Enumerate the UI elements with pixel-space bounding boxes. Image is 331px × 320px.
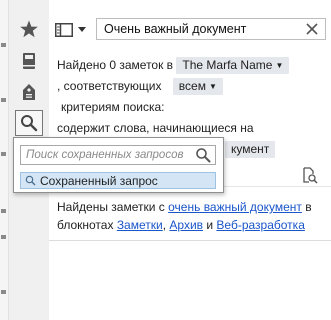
found-message: Найдены заметки с очень важный документ …	[57, 198, 329, 234]
sidebar-item-tags[interactable]	[15, 79, 43, 105]
search-toolbar: Очень важный документ	[49, 12, 331, 48]
sidebar-item-notebooks[interactable]	[15, 48, 43, 74]
notebook-link-notes[interactable]: Заметки	[117, 218, 163, 232]
notebook-link-webdev[interactable]: Веб-разработка	[216, 218, 304, 232]
found-message-prefix: Найдены заметки с	[57, 200, 165, 214]
chevron-down-icon: ▼	[208, 82, 217, 91]
edge-marker	[1, 235, 6, 239]
star-icon	[20, 20, 38, 38]
comma: ,	[162, 218, 167, 232]
notebook-icon	[23, 53, 35, 69]
edge-marker	[1, 209, 6, 213]
found-count-text: Найдено 0 заметок в	[57, 58, 174, 72]
close-icon[interactable]	[305, 22, 319, 36]
divider	[49, 240, 331, 241]
match-select-value: всем	[178, 79, 206, 93]
edge-marker	[1, 152, 6, 156]
condition-value[interactable]: кумент	[225, 141, 276, 158]
criteria-suffix-text: критериям поиска:	[61, 100, 165, 114]
chevron-down-icon: ▼	[275, 61, 284, 70]
sidebar-item-saved-searches[interactable]	[15, 110, 43, 136]
edge-marker	[1, 290, 6, 294]
chevron-down-icon	[78, 27, 86, 32]
condition-text: содержит слова, начинающиеся на	[57, 121, 254, 135]
notebook-link-archive[interactable]: Архив	[169, 218, 203, 232]
view-toggle-button[interactable]	[55, 21, 91, 39]
search-options-icon[interactable]	[301, 166, 319, 184]
saved-search-popup: Поиск сохраненных запросов Сохраненный з…	[13, 137, 224, 193]
match-select[interactable]: всем ▼	[172, 78, 223, 95]
notebook-select[interactable]: The Marfa Name ▼	[176, 57, 290, 74]
match-prefix-text: , соответствующих	[57, 79, 162, 93]
search-query-text: Очень важный документ	[104, 22, 247, 36]
search-icon	[25, 175, 36, 186]
tag-icon	[23, 84, 35, 100]
saved-search-input[interactable]: Поиск сохраненных запросов	[20, 145, 216, 165]
search-icon	[21, 115, 38, 132]
saved-search-item[interactable]: Сохраненный запрос	[20, 172, 216, 189]
sidebar-item-shortcuts[interactable]	[15, 16, 43, 42]
conjunction: и	[206, 218, 214, 232]
list-view-icon	[55, 23, 73, 37]
saved-search-item-label: Сохраненный запрос	[40, 173, 158, 188]
search-input[interactable]: Очень важный документ	[96, 18, 326, 40]
query-link[interactable]: очень важный документ	[168, 200, 302, 214]
edge-marker	[1, 43, 6, 47]
edge-marker	[1, 98, 6, 102]
notebook-select-value: The Marfa Name	[182, 58, 273, 72]
window-edge	[0, 0, 8, 320]
saved-search-placeholder: Поиск сохраненных запросов	[26, 149, 184, 161]
search-icon[interactable]	[195, 147, 211, 163]
